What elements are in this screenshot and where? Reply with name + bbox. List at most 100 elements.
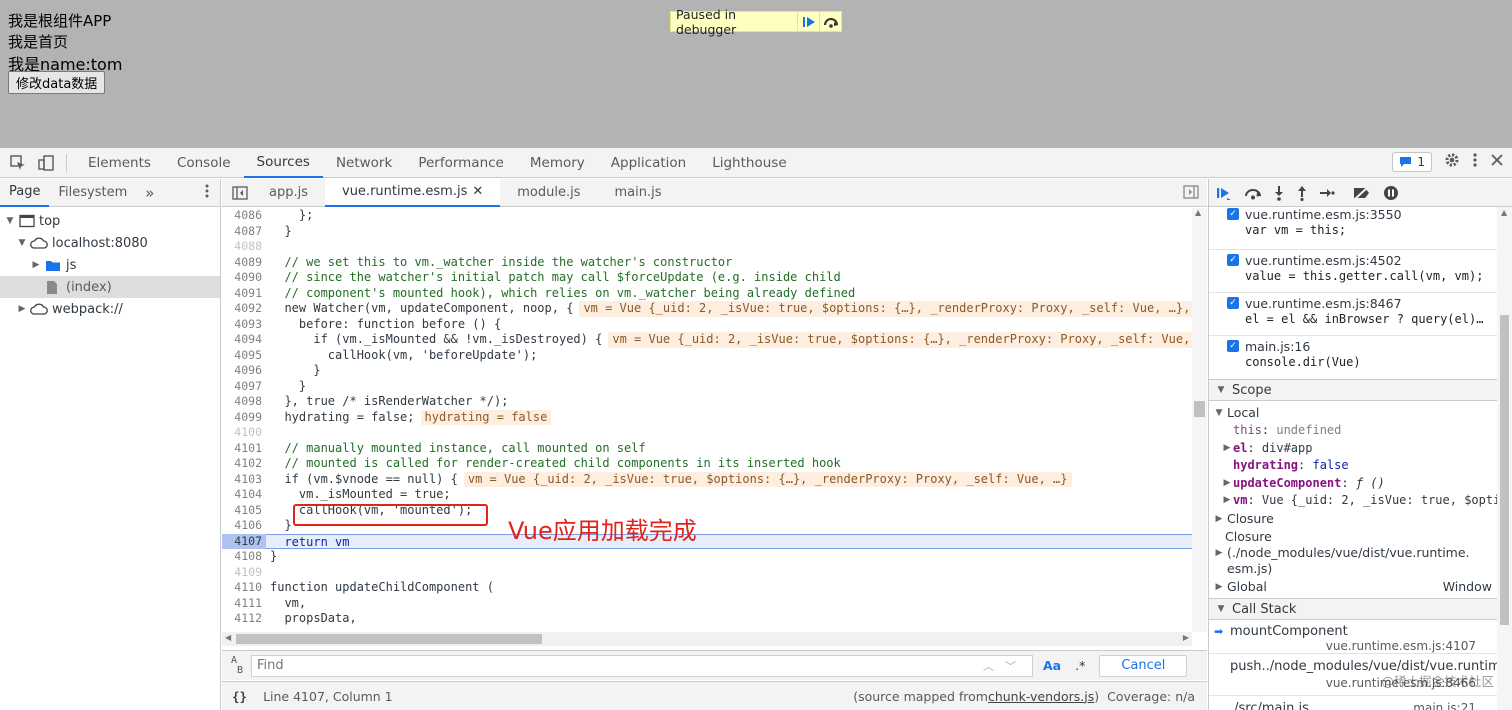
nav-tab-page[interactable]: Page [0,179,50,207]
tree-item-index[interactable]: (index) [0,276,220,298]
find-next-icon[interactable]: ﹀ [1005,658,1027,674]
current-execution-line[interactable]: 4107 return vm [222,533,1192,549]
source-map-link[interactable]: chunk-vendors.js [988,689,1094,704]
scope-closure-module[interactable]: Closure [1209,528,1512,545]
regex-toggle[interactable]: .* [1075,658,1085,673]
modify-data-button[interactable]: 修改data数据 [8,71,106,94]
tab-console[interactable]: Console [164,148,244,178]
tab-sources[interactable]: Sources [243,148,323,178]
scroll-thumb[interactable] [1500,315,1509,625]
scope-local[interactable]: ▼ Local [1209,404,1512,422]
scope-prop-this[interactable]: this: undefined [1209,422,1512,440]
code-area[interactable]: 4086 }; 4087 } 4088 4089 // we set this … [222,208,1192,632]
tree-item-localhost[interactable]: ▼ localhost:8080 [0,232,220,254]
code-vertical-scrollbar[interactable]: ▲ [1192,208,1207,632]
inspect-element-icon[interactable] [8,153,28,173]
file-tab-app-js[interactable]: app.js [252,179,325,207]
callstack-section-header[interactable]: ▼ Call Stack [1209,598,1512,620]
replace-toggle-icon[interactable]: A B [231,655,247,676]
tab-network[interactable]: Network [323,148,405,178]
breakpoint-checkbox[interactable]: ✓ [1227,297,1239,309]
code-line[interactable]: 4093 before: function before () { [222,317,1192,333]
tree-item-js-folder[interactable]: ▶ js [0,254,220,276]
code-line[interactable]: 4100 [222,425,1192,441]
issues-badge[interactable]: 1 [1392,152,1432,172]
scope-closure-module-path[interactable]: ▶ (./node_modules/vue/dist/vue.runtime. [1209,545,1512,560]
more-options-icon[interactable] [1472,152,1478,172]
step-over-icon[interactable] [1244,186,1262,200]
step-into-icon[interactable] [1273,185,1285,201]
code-line[interactable]: 4091 // component's mounted hook), which… [222,286,1192,302]
code-line[interactable]: 4098 }, true /* isRenderWatcher */); [222,394,1192,410]
step-out-icon[interactable] [1296,185,1308,201]
code-line[interactable]: 4103 if (vm.$vnode == null) {vm = Vue {_… [222,471,1192,487]
code-line[interactable]: 4095 callHook(vm, 'beforeUpdate'); [222,348,1192,364]
scope-prop-updatecomponent[interactable]: ▶ updateComponent: ƒ () [1209,474,1512,492]
code-line[interactable]: 4089 // we set this to vm._watcher insid… [222,255,1192,271]
close-devtools-icon[interactable] [1490,153,1504,171]
scope-prop-vm[interactable]: ▶ vm: Vue {_uid: 2, _isVue: true, $opti [1209,492,1512,510]
breakpoint-item[interactable]: ✓ vue.runtime.esm.js:3550 var vm = this; [1209,207,1512,250]
breakpoint-item[interactable]: ✓ vue.runtime.esm.js:4502 value = this.g… [1209,250,1512,293]
file-tab-module-js[interactable]: module.js [500,179,597,207]
breakpoint-item[interactable]: ✓ vue.runtime.esm.js:8467 el = el && inB… [1209,293,1512,336]
scroll-thumb[interactable] [236,634,542,644]
breakpoint-item[interactable]: ✓ main.js:16 console.dir(Vue) [1209,336,1512,379]
resume-icon[interactable] [1215,185,1233,201]
code-line[interactable]: 4110 function updateChildComponent ( [222,580,1192,596]
toggle-navigator-icon[interactable] [232,185,248,200]
breakpoint-checkbox[interactable]: ✓ [1227,208,1239,220]
code-line[interactable]: 4097 } [222,379,1192,395]
tab-elements[interactable]: Elements [75,148,164,178]
tree-item-webpack[interactable]: ▶ webpack:// [0,298,220,320]
resume-icon[interactable] [797,12,819,31]
scope-section-header[interactable]: ▼ Scope [1209,379,1512,401]
code-line[interactable]: 4108} [222,549,1192,565]
step-over-icon[interactable] [819,12,841,31]
nav-tab-filesystem[interactable]: Filesystem [49,179,136,207]
code-line[interactable]: 4112 propsData, [222,611,1192,627]
tree-item-top[interactable]: ▼ top [0,210,220,232]
deactivate-breakpoints-icon[interactable] [1352,185,1372,200]
navigator-menu-icon[interactable] [204,183,210,203]
scope-prop-el[interactable]: ▶ el: div#app [1209,439,1512,457]
code-line[interactable]: 4096 } [222,363,1192,379]
step-icon[interactable] [1319,187,1335,199]
scroll-up-arrow-icon[interactable]: ▲ [1195,208,1201,217]
scope-global[interactable]: ▶ Global Window [1209,577,1512,596]
close-tab-icon[interactable]: ✕ [472,179,483,205]
scroll-up-arrow-icon[interactable]: ▲ [1501,208,1507,217]
tab-application[interactable]: Application [598,148,699,178]
settings-gear-icon[interactable] [1444,152,1460,172]
callstack-item[interactable]: ./src/main.js main.js:21 [1209,696,1512,710]
scroll-left-arrow-icon[interactable]: ◀ [225,633,231,642]
sidebar-scrollbar[interactable]: ▲ [1497,207,1512,710]
scroll-thumb[interactable] [1194,401,1205,417]
device-toolbar-icon[interactable] [36,153,56,173]
code-line[interactable]: 4111 vm, [222,596,1192,612]
breakpoint-checkbox[interactable]: ✓ [1227,254,1239,266]
toggle-debugger-icon[interactable] [1183,185,1199,199]
pause-on-exceptions-icon[interactable] [1383,185,1399,201]
code-line[interactable]: 4092 new Watcher(vm, updateComponent, no… [222,301,1192,317]
scroll-right-arrow-icon[interactable]: ▶ [1183,633,1189,642]
code-line[interactable]: 4090 // since the watcher's initial patc… [222,270,1192,286]
code-line[interactable]: 4087 } [222,224,1192,240]
code-line[interactable]: 4099 hydrating = false; hydrating = false [222,409,1192,425]
tab-memory[interactable]: Memory [517,148,598,178]
nav-more-tabs-icon[interactable]: » [136,179,163,207]
code-line[interactable]: 4102 // mounted is called for render-cre… [222,456,1192,472]
find-cancel-button[interactable]: Cancel [1099,654,1188,677]
pretty-print-icon[interactable]: {} [232,689,247,704]
code-line[interactable]: 4086 }; [222,208,1192,224]
tab-lighthouse[interactable]: Lighthouse [699,148,799,178]
code-line[interactable]: 4088 [222,239,1192,255]
breakpoint-checkbox[interactable]: ✓ [1227,340,1239,352]
callstack-item-active[interactable]: ➡ mountComponent vue.runtime.esm.js:4107 [1209,622,1512,654]
tab-performance[interactable]: Performance [405,148,517,178]
code-horizontal-scrollbar[interactable]: ◀ ▶ [222,632,1192,646]
code-line[interactable]: 4101 // manually mounted instance, call … [222,441,1192,457]
match-case-toggle[interactable]: Aa [1043,658,1061,673]
code-line[interactable]: 4104 vm._isMounted = true; [222,487,1192,503]
code-line[interactable]: 4094 if (vm._isMounted && !vm._isDestroy… [222,332,1192,348]
